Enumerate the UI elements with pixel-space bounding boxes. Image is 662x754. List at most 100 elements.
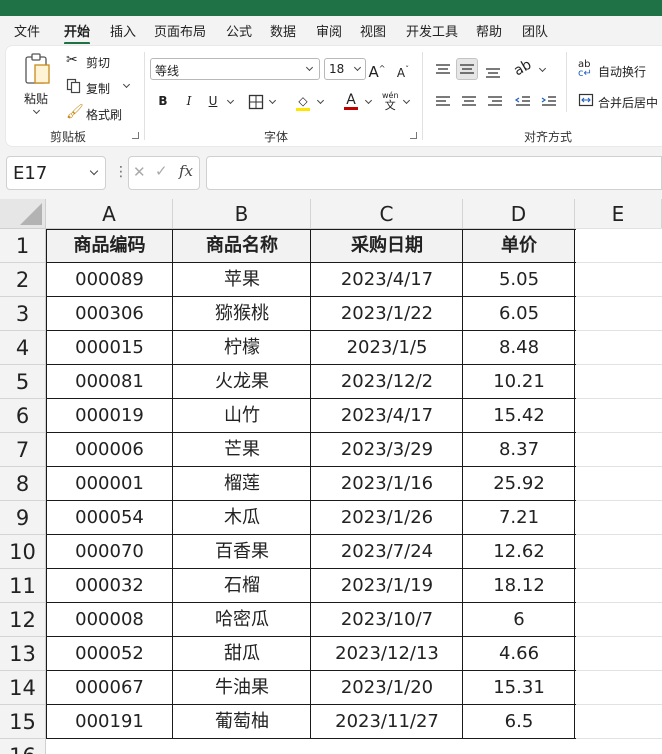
tab-5[interactable]: 数据 [270,21,296,40]
underline-button[interactable]: U [202,90,224,112]
column-header-D[interactable]: D [463,199,575,229]
chevron-down-icon[interactable] [226,96,235,105]
row-header-8[interactable]: 8 [0,467,46,501]
chevron-down-icon[interactable] [316,96,325,105]
table-cell[interactable]: 牛油果 [173,671,311,705]
table-cell[interactable]: 15.31 [463,671,575,705]
insert-function-icon[interactable]: fx [179,162,193,180]
table-cell[interactable]: 2023/1/19 [311,569,463,603]
tab-7[interactable]: 视图 [360,21,386,40]
increase-indent-icon[interactable] [540,94,558,110]
table-cell[interactable]: 7.21 [463,501,575,535]
chevron-down-icon[interactable] [122,80,131,89]
row-header-12[interactable]: 12 [0,603,46,637]
table-cell[interactable]: 000191 [46,705,173,739]
table-cell[interactable]: 榴莲 [173,467,311,501]
table-cell[interactable]: 2023/1/16 [311,467,463,501]
decrease-font-size-icon[interactable]: Aˇ [392,59,414,81]
row-header-14[interactable]: 14 [0,671,46,705]
tab-3[interactable]: 页面布局 [154,21,206,40]
align-middle-button[interactable] [456,58,478,80]
table-cell[interactable]: 8.37 [463,433,575,467]
table-cell[interactable]: 木瓜 [173,501,311,535]
table-cell[interactable]: 10.21 [463,365,575,399]
table-cell[interactable]: 2023/1/22 [311,297,463,331]
table-cell[interactable]: 2023/3/29 [311,433,463,467]
chevron-down-icon[interactable] [364,96,373,105]
row-header-16[interactable]: 16 [0,739,46,754]
table-cell[interactable]: 6.05 [463,297,575,331]
align-center-icon[interactable] [460,94,478,110]
column-header-E[interactable]: E [575,199,662,229]
table-cell[interactable]: 2023/10/7 [311,603,463,637]
column-header-A[interactable]: A [46,199,173,229]
table-cell[interactable]: 5.05 [463,263,575,297]
row-header-4[interactable]: 4 [0,331,46,365]
table-cell[interactable]: 2023/7/24 [311,535,463,569]
align-bottom-icon[interactable] [484,64,502,80]
table-cell[interactable]: 25.92 [463,467,575,501]
table-cell[interactable]: 2023/1/26 [311,501,463,535]
row-header-9[interactable]: 9 [0,501,46,535]
tab-0[interactable]: 文件 [14,21,40,40]
tab-8[interactable]: 开发工具 [406,21,458,40]
orientation-icon[interactable]: ab [511,57,534,80]
row-header-7[interactable]: 7 [0,433,46,467]
paste-button[interactable]: 粘贴 [20,52,56,115]
tab-1[interactable]: 开始 [64,21,91,45]
select-all-corner[interactable] [0,199,46,229]
table-cell[interactable]: 2023/1/5 [311,331,463,365]
table-cell[interactable]: 000070 [46,535,173,569]
table-cell[interactable]: 葡萄柚 [173,705,311,739]
italic-button[interactable]: I [178,90,200,112]
table-cell[interactable]: 000019 [46,399,173,433]
format-painter-button[interactable]: 🖌 格式刷 [66,104,136,124]
row-header-6[interactable]: 6 [0,399,46,433]
decrease-indent-icon[interactable] [514,94,532,110]
table-cell[interactable]: 2023/4/17 [311,399,463,433]
table-cell[interactable]: 2023/12/2 [311,365,463,399]
increase-font-size-icon[interactable]: A^ [366,58,388,81]
table-cell[interactable]: 000015 [46,331,173,365]
row-header-2[interactable]: 2 [0,263,46,297]
table-cell[interactable]: 山竹 [173,399,311,433]
more-options-icon[interactable]: ⋮ [114,164,128,180]
table-cell[interactable]: 000067 [46,671,173,705]
table-cell[interactable]: 12.62 [463,535,575,569]
chevron-down-icon[interactable] [32,106,41,115]
tab-10[interactable]: 团队 [522,21,548,40]
column-header-B[interactable]: B [173,199,311,229]
column-header-C[interactable]: C [311,199,463,229]
cancel-icon[interactable]: ✕ [133,163,146,181]
tab-9[interactable]: 帮助 [476,21,502,40]
table-cell[interactable]: 000032 [46,569,173,603]
table-cell[interactable]: 8.48 [463,331,575,365]
chevron-down-icon[interactable] [402,96,411,105]
table-cell[interactable]: 000054 [46,501,173,535]
table-cell[interactable]: 000081 [46,365,173,399]
font-color-icon[interactable]: A [340,89,362,111]
table-cell[interactable]: 2023/11/27 [311,705,463,739]
table-header-cell[interactable]: 商品名称 [173,229,311,263]
tab-6[interactable]: 审阅 [316,21,342,40]
tab-2[interactable]: 插入 [110,21,136,40]
cut-button[interactable]: ✂ 剪切 [66,52,126,72]
table-header-cell[interactable]: 单价 [463,229,575,263]
table-cell[interactable]: 猕猴桃 [173,297,311,331]
confirm-icon[interactable]: ✓ [155,162,168,180]
align-right-icon[interactable] [486,94,504,110]
row-header-11[interactable]: 11 [0,569,46,603]
table-cell[interactable]: 15.42 [463,399,575,433]
bold-button[interactable]: B [152,90,174,112]
font-size-select[interactable]: 18 [324,58,366,80]
row-header-15[interactable]: 15 [0,705,46,739]
merge-center-button[interactable]: 合并后居中 [578,92,662,112]
table-cell[interactable]: 000052 [46,637,173,671]
borders-icon[interactable] [248,94,264,110]
table-cell[interactable]: 18.12 [463,569,575,603]
table-cell[interactable]: 火龙果 [173,365,311,399]
chevron-down-icon[interactable] [538,64,547,73]
table-cell[interactable]: 石榴 [173,569,311,603]
row-header-13[interactable]: 13 [0,637,46,671]
wrap-text-button[interactable]: ab c↵ 自动换行 [578,60,662,80]
